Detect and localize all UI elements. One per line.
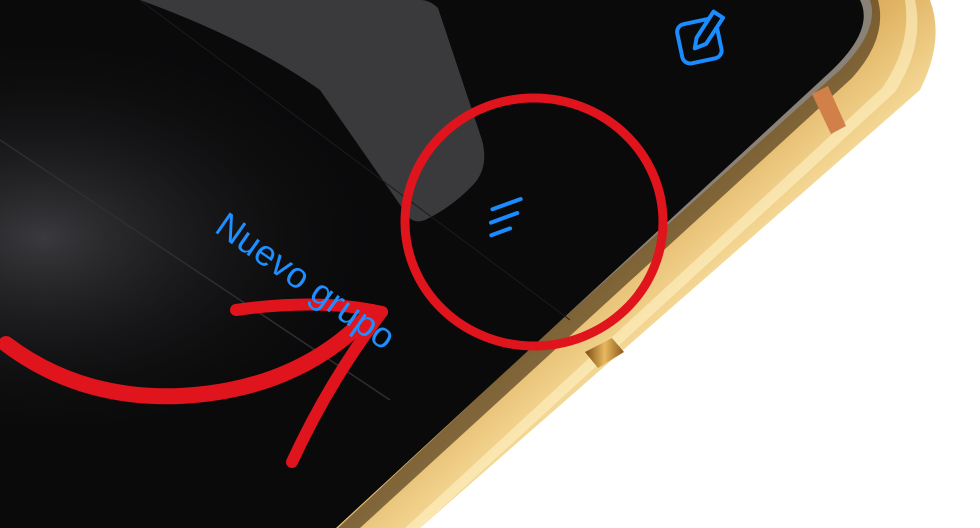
phone-scene (0, 0, 936, 528)
screenshot-stage: n Nuevo grupo (0, 0, 980, 528)
